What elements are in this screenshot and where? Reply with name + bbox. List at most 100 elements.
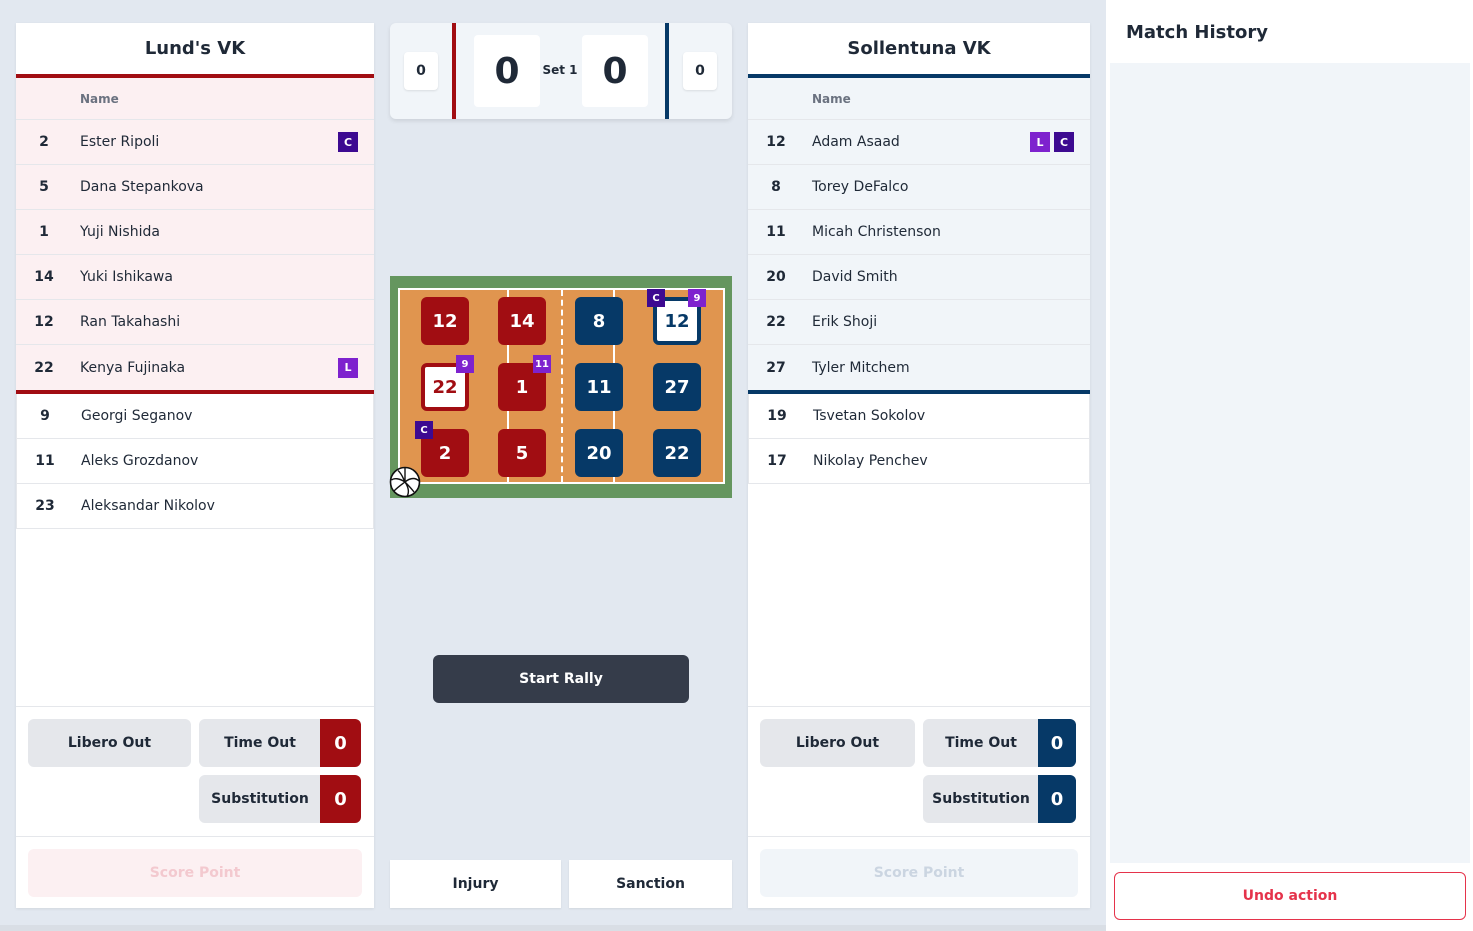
court-player-tile[interactable]: 12: [421, 297, 469, 345]
player-row[interactable]: 22 Erik Shoji: [748, 300, 1090, 345]
bench-player-row[interactable]: 9 Georgi Seganov: [16, 394, 374, 439]
court-player-tile[interactable]: 11: [575, 363, 623, 411]
home-points: 0: [474, 35, 540, 107]
player-number: 5: [39, 179, 49, 195]
libero-badge: L: [338, 357, 358, 378]
away-sets-won: 0: [683, 52, 717, 90]
court-player-tile[interactable]: 5: [498, 429, 546, 477]
player-number: 17: [767, 453, 787, 469]
substitution-button[interactable]: Substitution: [923, 775, 1039, 823]
player-name: Nikolay Penchev: [813, 453, 928, 469]
score-area: Score Point: [16, 836, 374, 908]
captain-badge: C: [647, 289, 665, 307]
player-row[interactable]: 1 Yuji Nishida: [16, 210, 374, 255]
player-row[interactable]: 12 Adam Asaad L C: [748, 120, 1090, 165]
bench-player-list: 9 Georgi Seganov 11 Aleks Grozdanov 23 Alek…: [16, 394, 374, 529]
name-column-header: Name: [812, 91, 851, 106]
team-panel-away: Sollentuna VK Name 12 Adam Asaad L C 8 Torey…: [748, 23, 1090, 908]
player-row[interactable]: 2 Ester Ripoli C: [16, 120, 374, 165]
time-out-button[interactable]: Time Out: [923, 719, 1039, 767]
player-row[interactable]: 11 Micah Christenson: [748, 210, 1090, 255]
court-player-tile[interactable]: 27: [653, 363, 701, 411]
player-name: Aleks Grozdanov: [81, 453, 199, 469]
substitute-number-badge: 9: [456, 355, 474, 373]
team-actions: Libero Out Time Out 0 Substitution 0: [16, 706, 374, 836]
libero-out-button[interactable]: Libero Out: [28, 719, 191, 767]
score-point-button[interactable]: Score Point: [28, 849, 362, 897]
player-name: Aleksandar Nikolov: [81, 498, 215, 514]
bench-player-row[interactable]: 23 Aleksandar Nikolov: [16, 484, 374, 529]
name-column-header: Name: [80, 91, 119, 106]
team-name: Lund's VK: [16, 23, 374, 78]
player-row[interactable]: 12 Ran Takahashi: [16, 300, 374, 345]
time-out-count: 0: [1038, 719, 1076, 767]
set-label: Set 1: [542, 63, 578, 77]
time-out-button[interactable]: Time Out: [199, 719, 321, 767]
player-row[interactable]: 14 Yuki Ishikawa: [16, 255, 374, 300]
player-name: Yuki Ishikawa: [80, 269, 173, 285]
player-number: 20: [766, 269, 786, 285]
scoreboard: 0 0 Set 1 0 0: [390, 23, 732, 119]
substitute-number-badge: 11: [533, 355, 551, 373]
net-line: [561, 290, 563, 482]
court-player-tile[interactable]: 14: [498, 297, 546, 345]
court-player-tile[interactable]: 20: [575, 429, 623, 477]
injury-button[interactable]: Injury: [390, 860, 561, 908]
player-row[interactable]: 22 Kenya Fujinaka L: [16, 345, 374, 390]
home-sets-won: 0: [404, 52, 438, 90]
player-row[interactable]: 5 Dana Stepankova: [16, 165, 374, 210]
captain-badge: C: [1054, 132, 1074, 152]
player-number: 1: [39, 224, 49, 240]
libero-out-button[interactable]: Libero Out: [760, 719, 915, 767]
bench-player-row[interactable]: 17 Nikolay Penchev: [748, 439, 1090, 484]
court-player-list: Name 12 Adam Asaad L C 8 Torey DeFalco 11 Mic…: [748, 78, 1090, 394]
player-number: 2: [39, 134, 49, 150]
substitute-number-badge: 9: [688, 289, 706, 307]
bench-player-row[interactable]: 11 Aleks Grozdanov: [16, 439, 374, 484]
player-number: 9: [40, 408, 50, 424]
player-name: Kenya Fujinaka: [80, 359, 186, 376]
player-name: Georgi Seganov: [81, 408, 193, 424]
player-number: 14: [34, 269, 54, 285]
team-panel-home: Lund's VK Name 2 Ester Ripoli C 5 Dana Step…: [16, 23, 374, 908]
court-player-tile[interactable]: 8: [575, 297, 623, 345]
list-header: Name: [748, 78, 1090, 120]
player-number: 11: [35, 453, 55, 469]
captain-badge: C: [338, 132, 358, 152]
player-name: Ran Takahashi: [80, 314, 181, 330]
bench-player-row[interactable]: 19 Tsvetan Sokolov: [748, 394, 1090, 439]
player-row[interactable]: 27 Tyler Mitchem: [748, 345, 1090, 390]
score-point-button[interactable]: Score Point: [760, 849, 1078, 897]
team-name: Sollentuna VK: [748, 23, 1090, 78]
sanction-button[interactable]: Sanction: [569, 860, 732, 908]
away-color-bar: [665, 23, 669, 119]
player-number: 22: [766, 314, 786, 330]
volleyball-serve-icon: [389, 466, 421, 498]
player-row[interactable]: 20 David Smith: [748, 255, 1090, 300]
player-number: 12: [34, 314, 54, 330]
start-rally-button[interactable]: Start Rally: [433, 655, 689, 703]
score-area: Score Point: [748, 836, 1090, 908]
court-player-tile[interactable]: 22: [653, 429, 701, 477]
match-history-list[interactable]: [1110, 63, 1470, 863]
home-color-bar: [452, 23, 456, 119]
player-name: Tyler Mitchem: [812, 359, 910, 376]
player-number: 23: [35, 498, 55, 514]
player-number: 12: [766, 134, 786, 150]
player-name: Micah Christenson: [812, 224, 941, 240]
captain-badge: C: [415, 421, 433, 439]
bottom-edge: [0, 925, 1106, 931]
libero-badge: L: [1030, 132, 1050, 152]
player-name: Dana Stepankova: [80, 179, 204, 195]
undo-action-button[interactable]: Undo action: [1114, 872, 1466, 920]
player-name: Yuji Nishida: [80, 224, 160, 240]
player-name: Tsvetan Sokolov: [813, 408, 926, 424]
player-row[interactable]: 8 Torey DeFalco: [748, 165, 1090, 210]
player-name: David Smith: [812, 269, 898, 285]
substitution-button[interactable]: Substitution: [199, 775, 321, 823]
player-number: 22: [34, 359, 54, 376]
bench-player-list: 19 Tsvetan Sokolov 17 Nikolay Penchev: [748, 394, 1090, 484]
team-actions: Libero Out Time Out 0 Substitution 0: [748, 706, 1090, 836]
substitution-count: 0: [320, 775, 361, 823]
substitution-count: 0: [1038, 775, 1076, 823]
